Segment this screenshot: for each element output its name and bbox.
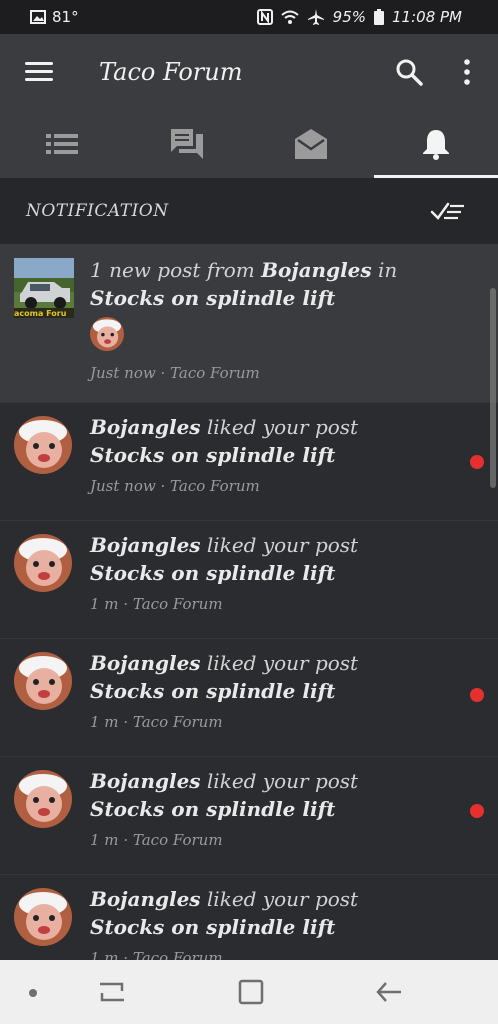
notification-forum: Taco Forum	[132, 595, 223, 613]
meta-separator: ·	[123, 949, 129, 960]
gallery-icon	[30, 10, 46, 24]
meta-separator: ·	[123, 831, 129, 849]
thumbnail-caption: acoma Foru	[14, 309, 67, 318]
home-icon[interactable]	[237, 978, 265, 1006]
notification-time: 1 m	[90, 949, 119, 960]
notification-user[interactable]: Bojangles	[90, 651, 201, 675]
recent-apps-icon[interactable]	[98, 978, 126, 1006]
meta-separator: ·	[123, 595, 129, 613]
notification-time: 1 m	[90, 713, 119, 731]
notification-user[interactable]: Bojangles	[90, 533, 201, 557]
notification-time: Just now	[90, 477, 156, 495]
meta-separator: ·	[160, 364, 166, 382]
notification-item[interactable]: Bojangles liked your post Stocks on spli…	[0, 403, 498, 521]
status-bar: 81° 95% 11:08 PM	[0, 0, 498, 34]
app-title: Taco Forum	[99, 58, 243, 86]
list-icon	[46, 134, 79, 154]
notification-post-title[interactable]: Stocks on splindle lift	[90, 915, 335, 939]
app-bar: Taco Forum	[0, 34, 498, 110]
notification-action: liked your post	[206, 769, 359, 793]
avatar[interactable]	[14, 888, 72, 946]
tab-bar	[0, 110, 498, 178]
notification-post-title[interactable]: Stocks on splindle lift	[90, 679, 335, 703]
dot-icon	[29, 989, 37, 997]
search-icon[interactable]	[395, 58, 423, 86]
notification-time: 1 m	[90, 595, 119, 613]
scrollbar[interactable]	[490, 288, 496, 488]
system-nav-bar	[0, 960, 498, 1024]
unread-indicator	[470, 688, 484, 702]
notification-prefix: 1 new post from	[90, 258, 255, 282]
notification-forum: Taco Forum	[132, 713, 223, 731]
more-vert-icon[interactable]	[458, 58, 476, 86]
notification-item[interactable]: Bojangles liked your post Stocks on spli…	[0, 639, 498, 757]
notification-connector: in	[378, 258, 398, 282]
avatar[interactable]	[14, 652, 72, 710]
notification-item[interactable]: Bojangles liked your post Stocks on spli…	[0, 757, 498, 875]
notification-item[interactable]: Bojangles liked your post Stocks on spli…	[0, 521, 498, 639]
avatar[interactable]	[90, 317, 124, 351]
notification-action: liked your post	[206, 415, 359, 439]
notification-post-title[interactable]: Stocks on splindle lift	[90, 561, 335, 585]
tab-inbox[interactable]	[249, 110, 374, 178]
notification-time: Just now	[90, 364, 156, 382]
notification-action: liked your post	[206, 533, 359, 557]
nfc-icon	[256, 9, 273, 25]
notification-post-title[interactable]: Stocks on splindle lift	[90, 443, 335, 467]
section-header: NOTIFICATION	[0, 178, 498, 244]
notification-forum: Taco Forum	[170, 477, 260, 495]
avatar[interactable]	[14, 534, 72, 592]
topic-thumbnail: acoma Foru	[14, 258, 74, 318]
notification-post-title[interactable]: Stocks on splindle lift	[90, 286, 335, 310]
menu-icon[interactable]	[25, 62, 53, 82]
notification-forum: Taco Forum	[132, 949, 223, 960]
section-title: NOTIFICATION	[26, 201, 169, 221]
notification-item[interactable]: Bojangles liked your post Stocks on spli…	[0, 875, 498, 960]
wifi-icon	[281, 10, 299, 24]
avatar[interactable]	[14, 770, 72, 828]
battery-percent: 95%	[332, 8, 367, 26]
notification-time: 1 m	[90, 831, 119, 849]
temperature: 81°	[52, 8, 79, 26]
notification-forum: Taco Forum	[132, 831, 223, 849]
notification-action: liked your post	[206, 887, 359, 911]
mail-icon	[295, 129, 328, 159]
battery-icon	[374, 9, 385, 25]
forum-icon	[170, 129, 203, 159]
tab-notifications[interactable]	[373, 110, 498, 178]
unread-indicator	[470, 455, 484, 469]
notification-post-title[interactable]: Stocks on splindle lift	[90, 797, 335, 821]
back-icon[interactable]	[375, 978, 403, 1006]
bell-icon	[422, 130, 449, 160]
avatar[interactable]	[14, 416, 72, 474]
notification-user[interactable]: Bojangles	[261, 258, 372, 282]
tab-messages[interactable]	[125, 110, 250, 178]
airplane-icon	[307, 9, 324, 25]
notification-user[interactable]: Bojangles	[90, 769, 201, 793]
meta-separator: ·	[160, 477, 166, 495]
notification-user[interactable]: Bojangles	[90, 415, 201, 439]
notification-forum: Taco Forum	[170, 364, 260, 382]
notification-item[interactable]: acoma Foru 1 new post from Bojangles in …	[0, 244, 498, 403]
clock: 11:08 PM	[392, 8, 462, 26]
mark-all-read-icon[interactable]	[430, 198, 466, 224]
notification-user[interactable]: Bojangles	[90, 887, 201, 911]
notification-action: liked your post	[206, 651, 359, 675]
tab-topics[interactable]	[0, 110, 125, 178]
meta-separator: ·	[123, 713, 129, 731]
unread-indicator	[470, 804, 484, 818]
notification-list: acoma Foru 1 new post from Bojangles in …	[0, 244, 498, 960]
